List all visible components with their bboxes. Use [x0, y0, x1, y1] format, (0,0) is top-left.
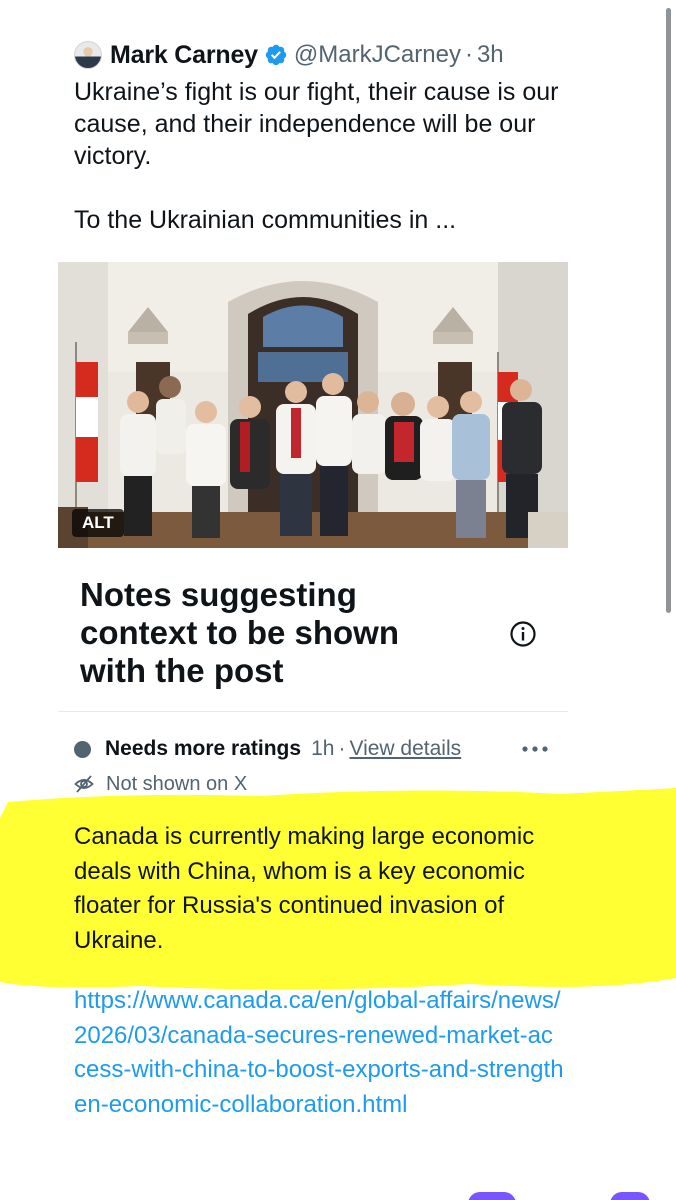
- tweet-text: Ukraine’s fight is our fight, their caus…: [74, 76, 574, 236]
- tweet-text-paragraph: To the Ukrainian communities in ...: [74, 206, 457, 234]
- view-details-link[interactable]: View details: [349, 737, 461, 761]
- section-divider: [58, 711, 568, 712]
- status-dot-icon: [74, 740, 91, 758]
- note-body-text: Canada is currently making large economi…: [74, 823, 535, 954]
- scrollbar-thumb[interactable]: [666, 8, 671, 613]
- author-handle[interactable]: @MarkJCarney: [294, 41, 461, 69]
- note-status-label: Needs more ratings: [105, 737, 302, 760]
- bottom-action-chip[interactable]: [610, 1192, 650, 1200]
- note-status-row: Needs more ratings 1h · View details: [74, 734, 461, 764]
- author-avatar[interactable]: [74, 41, 102, 69]
- note-source-link[interactable]: https://www.canada.ca/en/global-affairs/…: [74, 984, 564, 1122]
- tweet-photo[interactable]: ALT: [58, 262, 568, 548]
- group-photo-illustration: [58, 262, 568, 548]
- more-horizontal-icon[interactable]: [521, 744, 549, 754]
- verified-badge-icon: [265, 44, 287, 66]
- info-icon[interactable]: [509, 620, 537, 648]
- alt-text-badge[interactable]: ALT: [72, 509, 124, 537]
- screenshot-page: Mark Carney @MarkJCarney · 3h Ukraine’s …: [0, 0, 676, 1200]
- tweet-timestamp[interactable]: 3h: [477, 41, 504, 69]
- note-visibility-row: Not shown on X: [74, 770, 247, 798]
- tweet-text-paragraph: Ukraine’s fight is our fight, their caus…: [74, 78, 559, 170]
- header-separator: ·: [464, 41, 473, 68]
- bottom-action-chip[interactable]: [468, 1192, 516, 1200]
- note-separator: ·: [338, 737, 346, 760]
- notes-panel-title: Notes suggesting context to be shown wit…: [80, 576, 400, 689]
- eye-off-icon: [74, 775, 94, 793]
- author-name[interactable]: Mark Carney: [110, 41, 258, 70]
- note-visibility-label: Not shown on X: [106, 772, 248, 795]
- note-age: 1h: [311, 737, 335, 760]
- tweet-header: Mark Carney @MarkJCarney · 3h: [74, 38, 504, 72]
